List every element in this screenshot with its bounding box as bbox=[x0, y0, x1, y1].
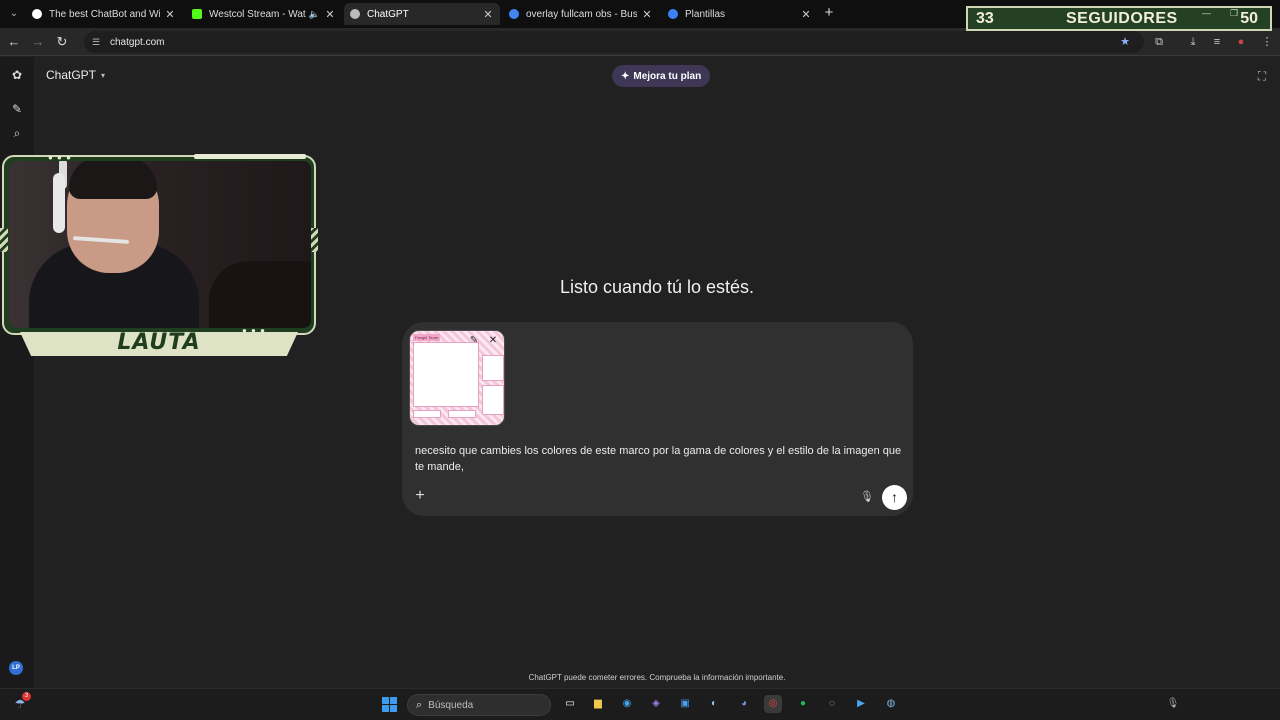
file-explorer-icon[interactable]: ▆ bbox=[589, 695, 607, 713]
bookmark-star-icon[interactable]: ★ bbox=[1117, 34, 1133, 50]
user-avatar[interactable]: LP bbox=[9, 661, 23, 675]
close-tab-icon[interactable]: ✕ bbox=[482, 8, 494, 21]
close-tab-icon[interactable]: ✕ bbox=[164, 8, 176, 21]
forward-arrow-icon[interactable]: → bbox=[30, 34, 46, 50]
media-controls-icon[interactable]: ≡ bbox=[1209, 34, 1225, 50]
close-tab-icon[interactable]: ✕ bbox=[800, 8, 812, 21]
tab-list-chevron-icon[interactable]: ⌄ bbox=[6, 6, 22, 22]
browser-tab-chatgpt[interactable]: ChatGPT ✕ bbox=[344, 3, 500, 25]
close-tab-icon[interactable]: ✕ bbox=[324, 8, 336, 21]
profile-avatar-icon[interactable]: ● bbox=[1233, 34, 1249, 50]
thumbnail-panel bbox=[448, 410, 476, 418]
disclaimer-text: ChatGPT puede cometer errores. Comprueba… bbox=[528, 673, 786, 682]
send-arrow-button[interactable]: ↑ bbox=[882, 485, 907, 510]
model-name: ChatGPT bbox=[46, 68, 97, 82]
webcam-chair bbox=[209, 261, 311, 328]
thumbnail-panel bbox=[413, 342, 479, 407]
frame-tab-decoration bbox=[194, 154, 306, 159]
sparkle-icon: ✦ bbox=[621, 70, 630, 82]
browser-menu-icon[interactable]: ⋮ bbox=[1259, 34, 1275, 50]
prompt-input[interactable]: necesito que cambies los colores de este… bbox=[415, 443, 905, 475]
upgrade-plan-label: Mejora tu plan bbox=[633, 70, 702, 82]
openai-logo-icon[interactable]: ✿ bbox=[9, 67, 25, 83]
upgrade-plan-button[interactable]: ✦ Mejora tu plan bbox=[612, 65, 711, 87]
copilot-icon[interactable]: ◈ bbox=[647, 695, 665, 713]
follower-count: 33 bbox=[976, 9, 994, 27]
webcam-person-hair bbox=[69, 161, 157, 199]
obs-icon[interactable]: ◌ bbox=[823, 695, 841, 713]
follower-goal-overlay: 33 SEGUIDORES — ❐ 50 bbox=[966, 6, 1272, 31]
zoom-icon[interactable]: ▶ bbox=[852, 695, 870, 713]
download-icon[interactable]: ⤓ bbox=[1185, 34, 1201, 50]
openai-favicon-icon bbox=[350, 9, 360, 19]
message-composer: Fangirl Team ✎ ✕ necesito que cambies lo… bbox=[402, 322, 913, 516]
search-chats-icon[interactable]: ⌕ bbox=[9, 125, 25, 141]
tray-microphone-icon[interactable]: 🎙 bbox=[1166, 697, 1180, 711]
browser-tab-google[interactable]: overlay fullcam obs - Buscar co ✕ bbox=[503, 3, 659, 25]
browser-tab-westcol[interactable]: Westcol Stream - Watch Li 🔈 ✕ bbox=[186, 3, 342, 25]
new-tab-plus-icon[interactable]: + bbox=[822, 5, 836, 20]
minimize-icon[interactable]: — bbox=[1202, 8, 1211, 18]
spotify-icon[interactable]: ● bbox=[794, 695, 812, 713]
network-globe-icon[interactable]: ◍ bbox=[882, 695, 900, 713]
model-selector[interactable]: ChatGPT ▾ bbox=[46, 68, 105, 82]
edge-icon[interactable]: ◉ bbox=[618, 695, 636, 713]
thumbnail-panel bbox=[482, 355, 504, 381]
search-icon: ⌕ bbox=[416, 698, 423, 711]
kick-favicon-icon bbox=[192, 9, 202, 19]
restore-icon[interactable]: ❐ bbox=[1230, 8, 1238, 19]
discord-icon[interactable]: ◕ bbox=[735, 695, 753, 713]
reload-icon[interactable]: ↻ bbox=[54, 34, 70, 50]
extensions-puzzle-icon[interactable]: ⧉ bbox=[1151, 34, 1167, 50]
new-chat-icon[interactable]: ✎ bbox=[9, 101, 25, 117]
browser-toolbar: ← → ↻ ☰ chatgpt.com bbox=[0, 28, 1280, 56]
tab-title: Plantillas bbox=[685, 8, 726, 20]
tab-title: ChatGPT bbox=[367, 8, 409, 20]
store-icon[interactable]: ▣ bbox=[676, 695, 694, 713]
thumbnail-panel bbox=[482, 385, 504, 415]
google-favicon-icon bbox=[509, 9, 519, 19]
webcam-video bbox=[9, 161, 311, 328]
chevron-down-icon: ▾ bbox=[101, 70, 106, 80]
canva-favicon-icon bbox=[668, 9, 678, 19]
thumbnail-label: Fangirl Team bbox=[413, 334, 441, 341]
task-view-icon[interactable]: ▭ bbox=[561, 695, 579, 713]
chrome-icon[interactable]: ◎ bbox=[764, 695, 782, 713]
close-tab-icon[interactable]: ✕ bbox=[641, 8, 653, 21]
add-attachment-plus-icon[interactable]: + bbox=[413, 488, 427, 504]
tab-title: Westcol Stream - Watch Li bbox=[209, 8, 306, 20]
address-bar[interactable]: ☰ chatgpt.com bbox=[84, 31, 1144, 53]
temporary-chat-icon[interactable]: ⛶ bbox=[1255, 69, 1269, 83]
steam-icon[interactable]: ◐ bbox=[705, 695, 723, 713]
streamer-name: LAUTA bbox=[117, 330, 201, 355]
follower-goal: 50 bbox=[1240, 9, 1258, 27]
browser-tab-chatbot[interactable]: The best ChatBot and Widgets ✕ bbox=[26, 3, 182, 25]
windows-taskbar: ☂ 3 ⌕ Búsqueda ▭ ▆ ◉ ◈ ▣ ◐ ◕ ◎ ● ◌ ▶ ◍ 🎙 bbox=[0, 688, 1280, 720]
remove-attachment-icon[interactable]: ✕ bbox=[486, 334, 500, 348]
follower-label: SEGUIDORES bbox=[1066, 9, 1178, 27]
notification-badge: 3 bbox=[22, 692, 31, 701]
headset-icon bbox=[53, 173, 65, 233]
url-text: chatgpt.com bbox=[110, 36, 165, 48]
taskbar-search-label: Búsqueda bbox=[428, 699, 474, 711]
frame-stripe-decoration bbox=[310, 228, 318, 252]
back-arrow-icon[interactable]: ← bbox=[6, 34, 22, 50]
taskbar-search[interactable]: ⌕ Búsqueda bbox=[407, 694, 551, 716]
thumbnail-panel bbox=[413, 410, 441, 418]
speaker-icon[interactable]: 🔈 bbox=[309, 9, 320, 20]
site-info-icon[interactable]: ☰ bbox=[90, 36, 102, 48]
browser-tab-plantillas[interactable]: Plantillas ✕ bbox=[662, 3, 818, 25]
frame-stripe-decoration bbox=[0, 228, 8, 252]
hero-heading: Listo cuando tú lo estés. bbox=[559, 277, 755, 297]
tab-title: The best ChatBot and Widgets bbox=[49, 8, 160, 20]
windows-start-icon[interactable] bbox=[382, 697, 397, 712]
chatbot-favicon-icon bbox=[32, 9, 42, 19]
edit-pencil-icon[interactable]: ✎ bbox=[467, 334, 481, 348]
microphone-icon[interactable]: 🎙 bbox=[860, 490, 874, 504]
tab-title: overlay fullcam obs - Buscar co bbox=[526, 8, 637, 20]
webcam-overlay: ● ● ● ● ● ● LAUTA bbox=[0, 150, 320, 360]
